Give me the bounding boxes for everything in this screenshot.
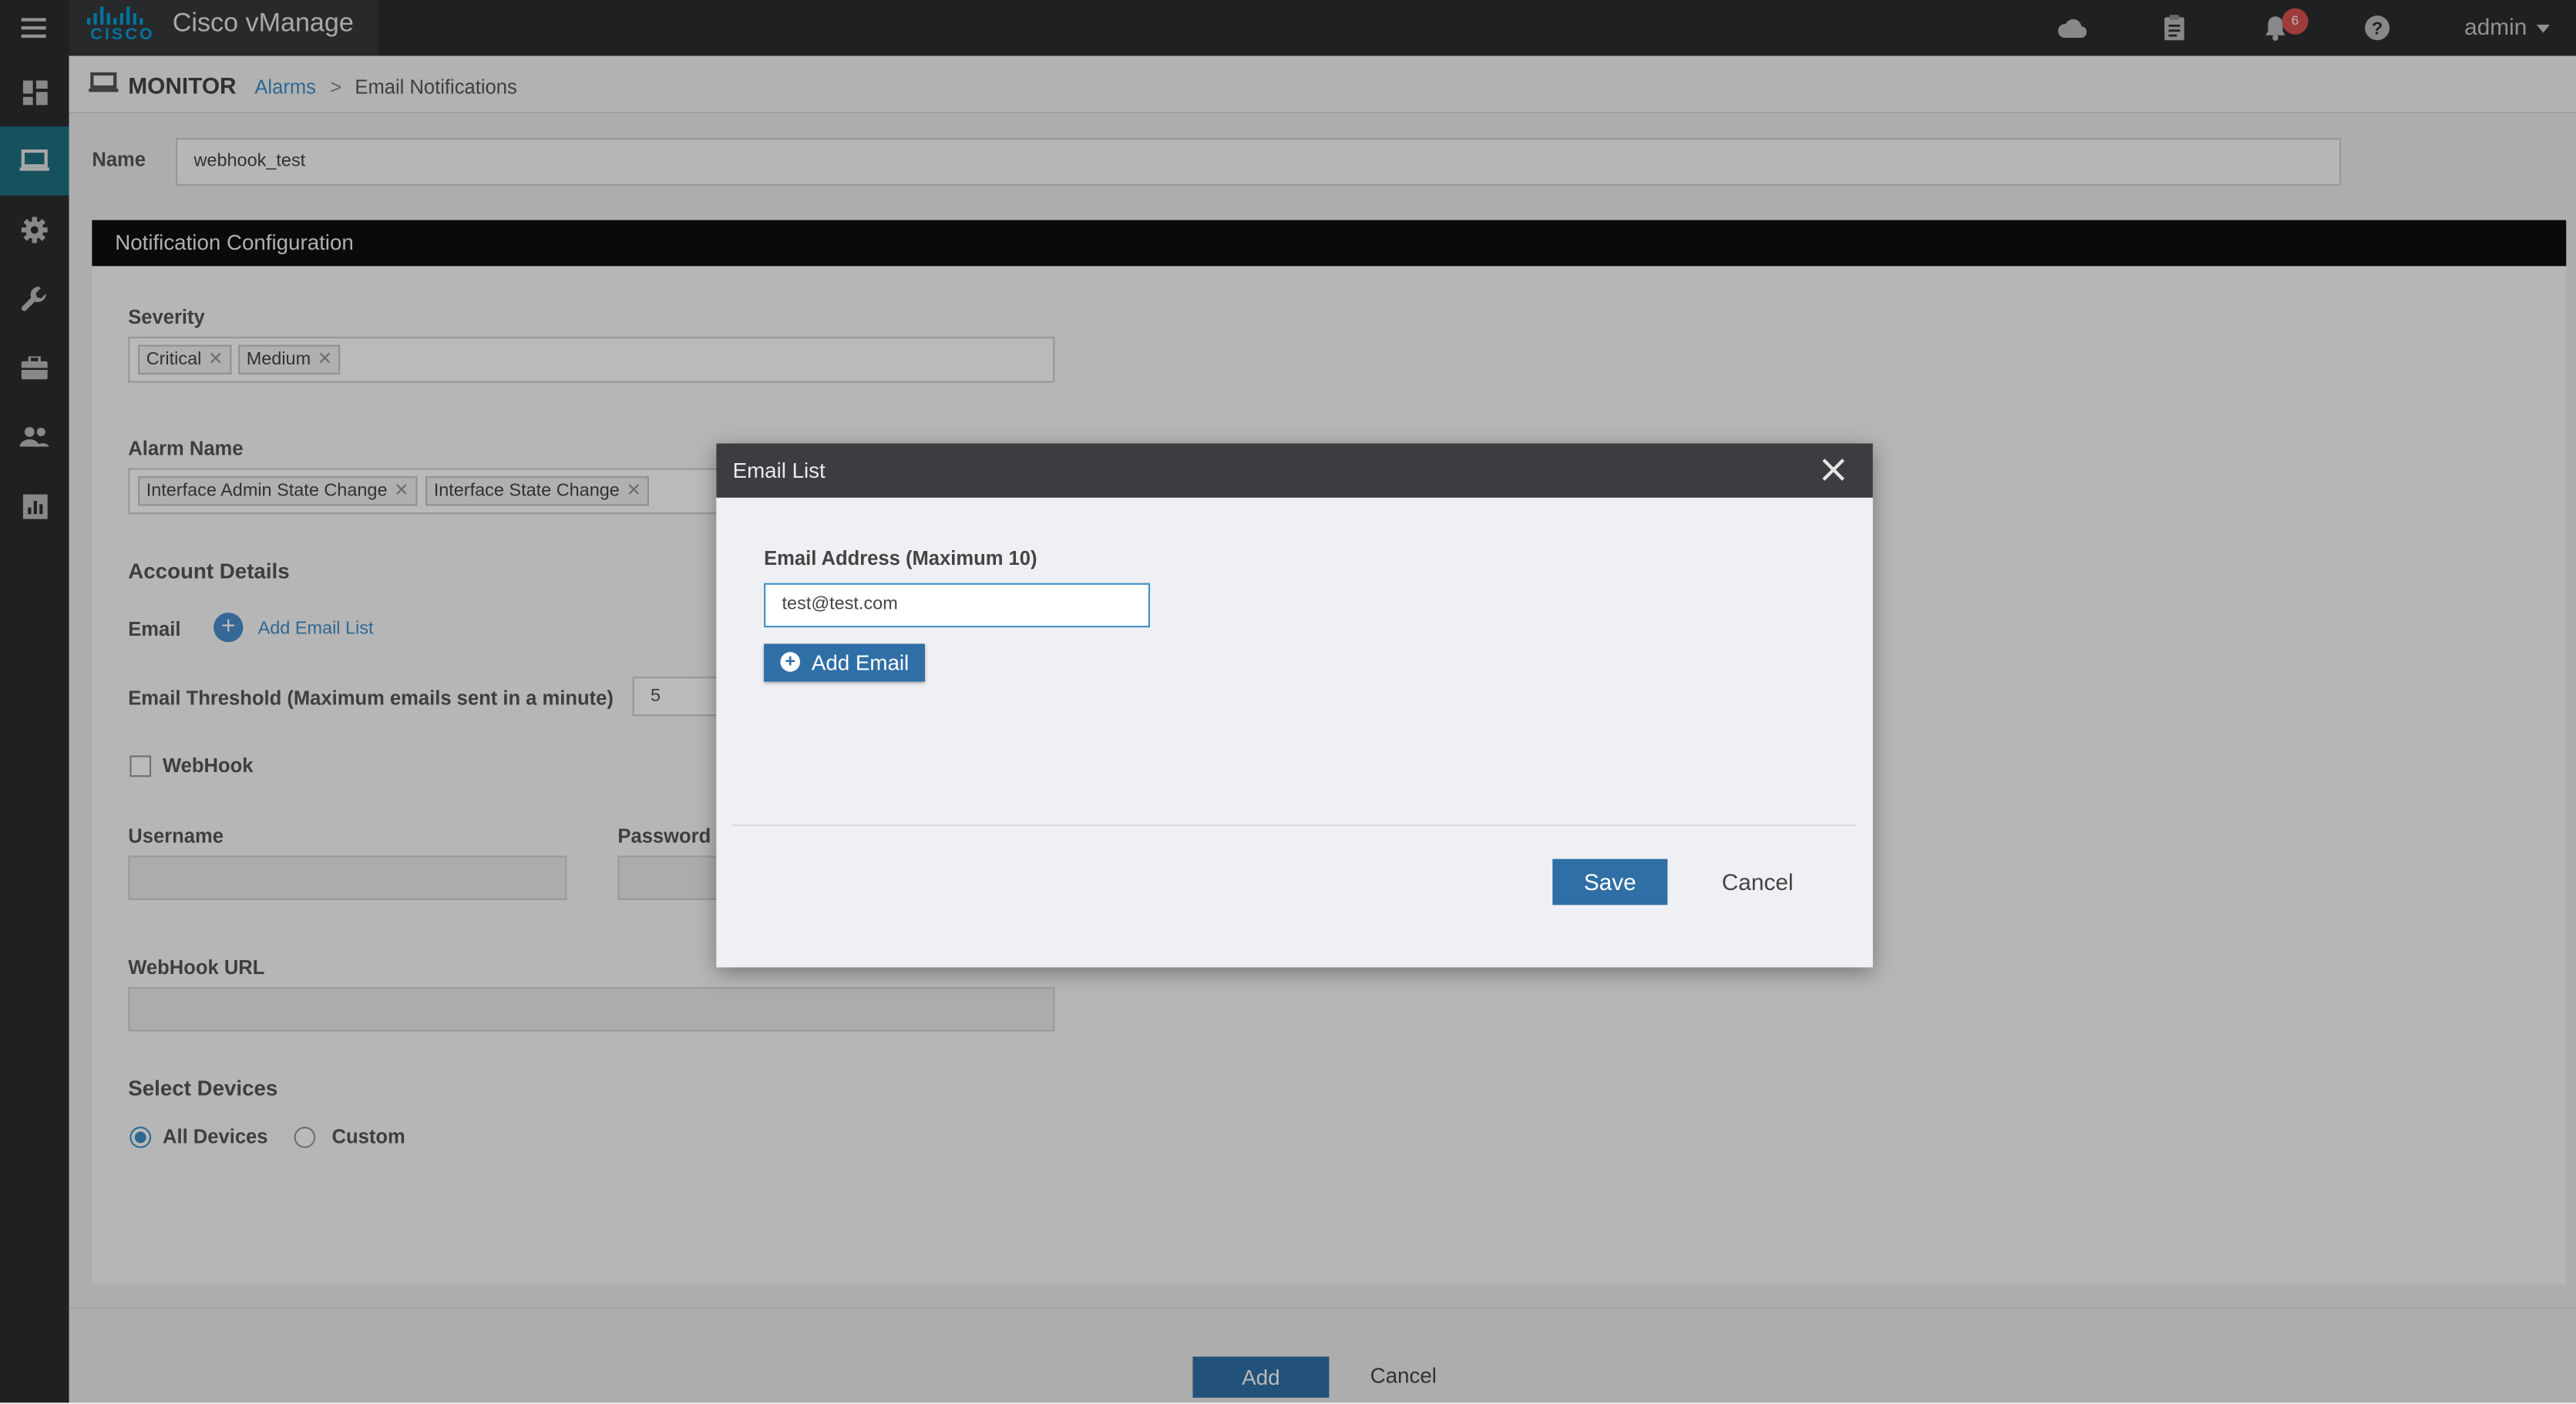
add-email-button[interactable]: + Add Email	[764, 643, 925, 682]
save-button[interactable]: Save	[1552, 858, 1668, 905]
modal-header: Email List	[716, 443, 1873, 498]
close-icon[interactable]	[1821, 457, 1847, 483]
email-address-label: Email Address (Maximum 10)	[764, 546, 1037, 570]
email-list-modal: Email List Email Address (Maximum 10) te…	[716, 443, 1873, 968]
modal-title: Email List	[732, 458, 826, 483]
modal-divider	[732, 824, 1857, 827]
modal-cancel-button[interactable]: Cancel	[1722, 869, 1794, 895]
email-address-input[interactable]: test@test.com	[764, 583, 1150, 628]
app-root: CISCO Cisco vManage 6 ? admin MONITOR Al…	[0, 0, 2576, 1404]
plus-circle-icon: +	[780, 652, 800, 672]
